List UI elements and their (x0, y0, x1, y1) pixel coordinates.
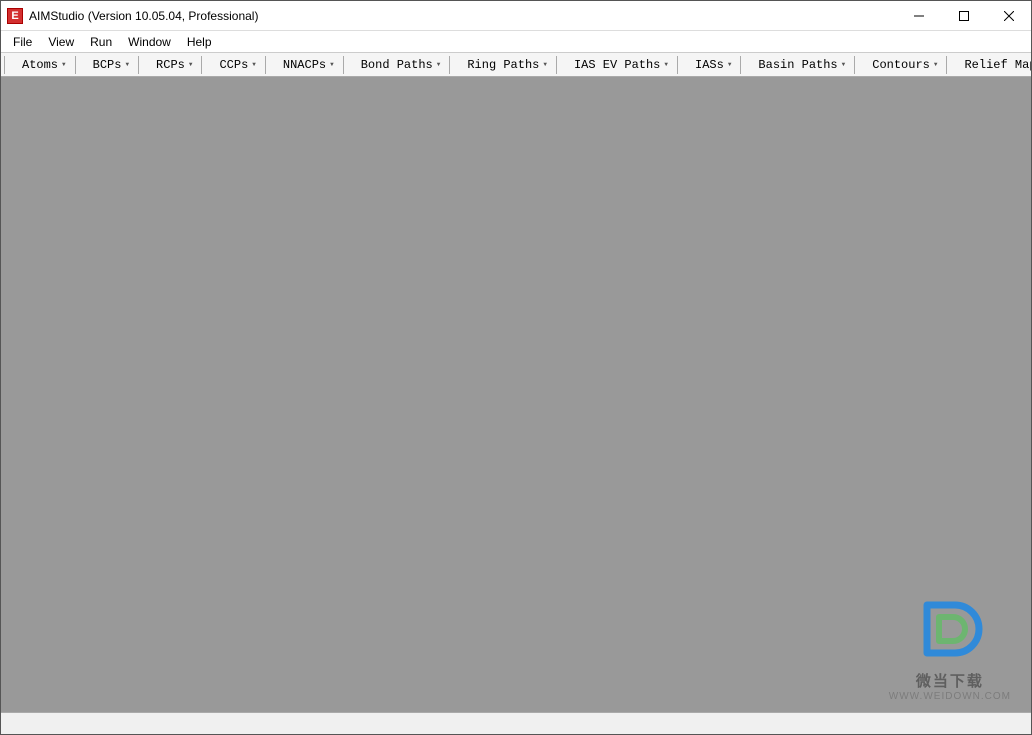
toolbar-atoms[interactable]: Atoms ▼ (12, 56, 72, 74)
chevron-down-icon: ▼ (189, 61, 193, 68)
menu-help[interactable]: Help (179, 33, 220, 51)
toolbar-rcps[interactable]: RCPs ▼ (146, 56, 198, 74)
window-controls (896, 1, 1031, 30)
toolbar-label: Basin Paths (758, 58, 837, 72)
menubar: File View Run Window Help (1, 31, 1031, 53)
chevron-down-icon: ▼ (543, 61, 547, 68)
toolbar-nnacps[interactable]: NNACPs ▼ (273, 56, 340, 74)
workspace: 微当下载 WWW.WEIDOWN.COM (1, 77, 1031, 712)
chevron-down-icon: ▼ (664, 61, 668, 68)
menu-run[interactable]: Run (82, 33, 120, 51)
toolbar-label: NNACPs (283, 58, 326, 72)
toolbar-label: BCPs (93, 58, 122, 72)
toolbar-label: Ring Paths (467, 58, 539, 72)
chevron-down-icon: ▼ (728, 61, 732, 68)
toolbar-ias-ev-paths[interactable]: IAS EV Paths ▼ (564, 56, 674, 74)
toolbar-ring-paths[interactable]: Ring Paths ▼ (457, 56, 553, 74)
toolbar-label: IASs (695, 58, 724, 72)
toolbar-grip[interactable] (343, 56, 349, 74)
toolbar-label: IAS EV Paths (574, 58, 660, 72)
toolbar-bcps[interactable]: BCPs ▼ (83, 56, 135, 74)
toolbar-ccps[interactable]: CCPs ▼ (209, 56, 261, 74)
menu-file[interactable]: File (5, 33, 40, 51)
titlebar: E AIMStudio (Version 10.05.04, Professio… (1, 1, 1031, 31)
toolbar-grip[interactable] (677, 56, 683, 74)
watermark: 微当下载 WWW.WEIDOWN.COM (889, 595, 1011, 702)
window-title: AIMStudio (Version 10.05.04, Professiona… (29, 9, 896, 23)
toolbar-grip[interactable] (946, 56, 952, 74)
toolbar-grip[interactable] (4, 56, 10, 74)
toolbar-grip[interactable] (854, 56, 860, 74)
chevron-down-icon: ▼ (125, 61, 129, 68)
toolbar-label: Bond Paths (361, 58, 433, 72)
watermark-logo-icon (915, 595, 985, 665)
toolbar-relief-maps[interactable]: Relief Maps ▼ (954, 56, 1031, 74)
toolbar-contours[interactable]: Contours ▼ (862, 56, 943, 74)
chevron-down-icon: ▼ (437, 61, 441, 68)
toolbar-basin-paths[interactable]: Basin Paths ▼ (748, 56, 851, 74)
chevron-down-icon: ▼ (842, 61, 846, 68)
minimize-button[interactable] (896, 1, 941, 30)
app-icon: E (7, 8, 23, 24)
toolbar-label: RCPs (156, 58, 185, 72)
toolbar-grip[interactable] (201, 56, 207, 74)
toolbar-grip[interactable] (75, 56, 81, 74)
toolbar: Atoms ▼ BCPs ▼ RCPs ▼ CCPs ▼ NNACPs ▼ Bo… (1, 53, 1031, 77)
toolbar-iass[interactable]: IASs ▼ (685, 56, 737, 74)
chevron-down-icon: ▼ (62, 61, 66, 68)
watermark-text: 微当下载 (889, 670, 1011, 691)
watermark-url: WWW.WEIDOWN.COM (889, 691, 1011, 702)
toolbar-label: CCPs (219, 58, 248, 72)
toolbar-grip[interactable] (740, 56, 746, 74)
statusbar (1, 712, 1031, 734)
chevron-down-icon: ▼ (934, 61, 938, 68)
toolbar-label: Atoms (22, 58, 58, 72)
toolbar-grip[interactable] (138, 56, 144, 74)
chevron-down-icon: ▼ (252, 61, 256, 68)
menu-window[interactable]: Window (120, 33, 179, 51)
menu-view[interactable]: View (40, 33, 82, 51)
chevron-down-icon: ▼ (330, 61, 334, 68)
toolbar-label: Contours (872, 58, 930, 72)
toolbar-bond-paths[interactable]: Bond Paths ▼ (351, 56, 447, 74)
toolbar-grip[interactable] (265, 56, 271, 74)
close-button[interactable] (986, 1, 1031, 30)
toolbar-grip[interactable] (556, 56, 562, 74)
toolbar-label: Relief Maps (964, 58, 1031, 72)
toolbar-grip[interactable] (449, 56, 455, 74)
maximize-button[interactable] (941, 1, 986, 30)
